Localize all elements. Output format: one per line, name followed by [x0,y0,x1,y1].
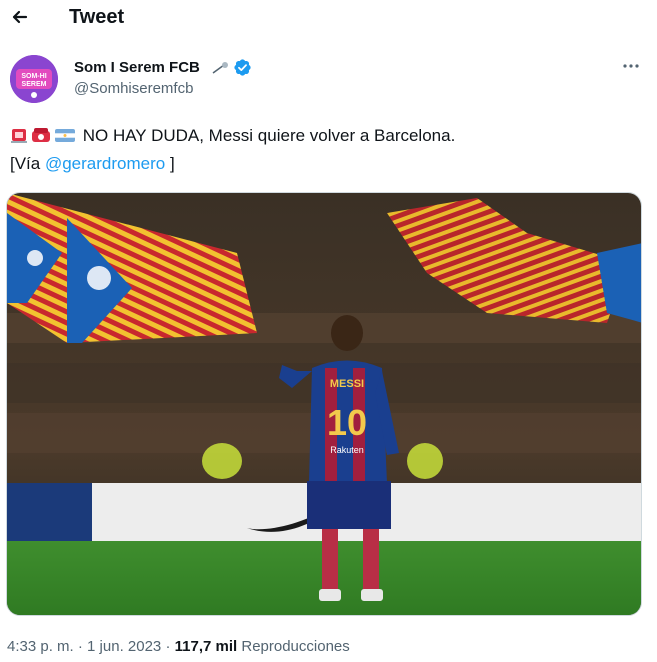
rotating-light-emoji [11,129,27,143]
mention-link[interactable]: @gerardromero [45,154,165,173]
avatar-text-top: SOM-HI [21,73,46,80]
arrow-left-icon[interactable] [6,3,34,31]
avatar[interactable]: SOM-HI SEREM [10,55,58,103]
shirt-sponsor: Rakuten [330,445,364,455]
telephone-emoji [32,128,50,142]
verified-badge-icon [234,59,251,76]
tweet-image[interactable]: MESSI 10 Rakuten [6,192,642,616]
shirt-name: MESSI [330,378,364,390]
views-count[interactable]: 117,7 mil [175,638,238,655]
meta-separator: · [73,638,88,655]
views-label: Reproducciones [241,638,350,655]
tweet-meta: 4:33 p. m. · 1 jun. 2023 · 117,7 mil Rep… [7,638,350,656]
tweet-text-line-2: [Vía @gerardromero ] [10,153,175,175]
tweet-text-line-1: NO HAY DUDA, Messi quiere volver a Barce… [10,125,455,147]
author-handle[interactable]: @Somhiseremfcb [74,80,193,98]
via-prefix: [Vía [10,154,45,173]
argentina-flag-emoji [55,129,75,142]
avatar-text-bottom: SEREM [22,81,47,88]
photo-messi-camp-nou: MESSI 10 Rakuten [7,193,641,615]
ball-icon [212,62,228,74]
avatar-logo-icon: SOM-HI SEREM [10,55,58,103]
tweet-text: NO HAY DUDA, Messi quiere volver a Barce… [82,126,456,145]
shirt-number: 10 [327,402,367,443]
top-bar: Tweet [0,0,657,36]
tweet-time[interactable]: 4:33 p. m. [7,638,74,655]
tweet-date[interactable]: 1 jun. 2023 [87,638,161,655]
page-title: Tweet [69,6,125,28]
meta-separator: · [161,638,175,655]
display-name[interactable]: Som I Serem FCB [74,59,200,77]
more-options-icon[interactable] [618,56,644,76]
via-suffix: ] [165,154,175,173]
